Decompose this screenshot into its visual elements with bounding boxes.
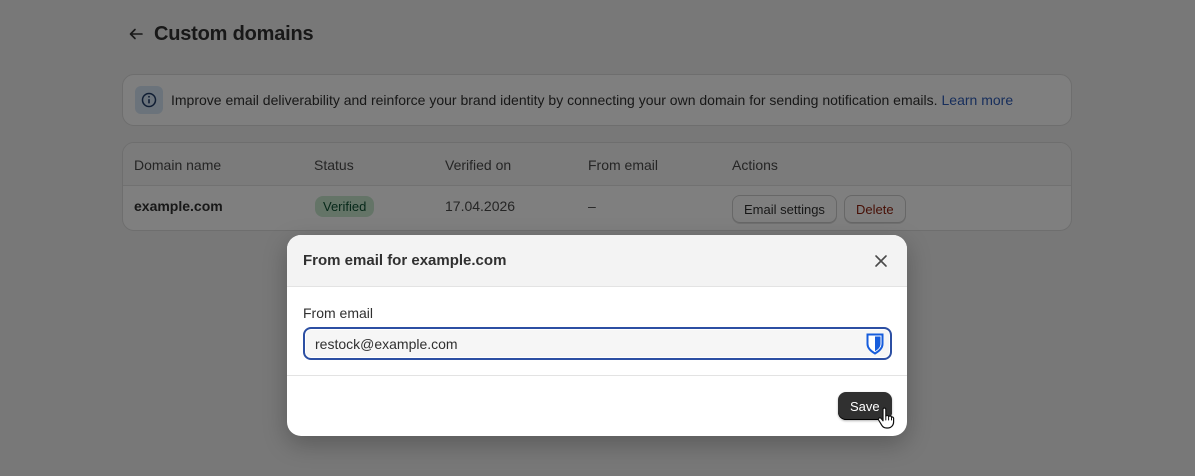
modal-footer-divider	[287, 375, 907, 376]
from-email-label: From email	[303, 305, 374, 321]
hand-pointer-icon	[877, 407, 895, 429]
from-email-input[interactable]	[303, 327, 892, 360]
page: Custom domains Improve email deliverabil…	[0, 0, 1195, 476]
from-email-modal: From email for example.com From email Sa…	[287, 235, 907, 436]
close-icon	[875, 255, 887, 267]
password-manager-shield-icon[interactable]	[866, 333, 884, 355]
close-button[interactable]	[871, 251, 891, 271]
modal-header: From email for example.com	[287, 235, 907, 287]
modal-title: From email for example.com	[303, 252, 507, 269]
